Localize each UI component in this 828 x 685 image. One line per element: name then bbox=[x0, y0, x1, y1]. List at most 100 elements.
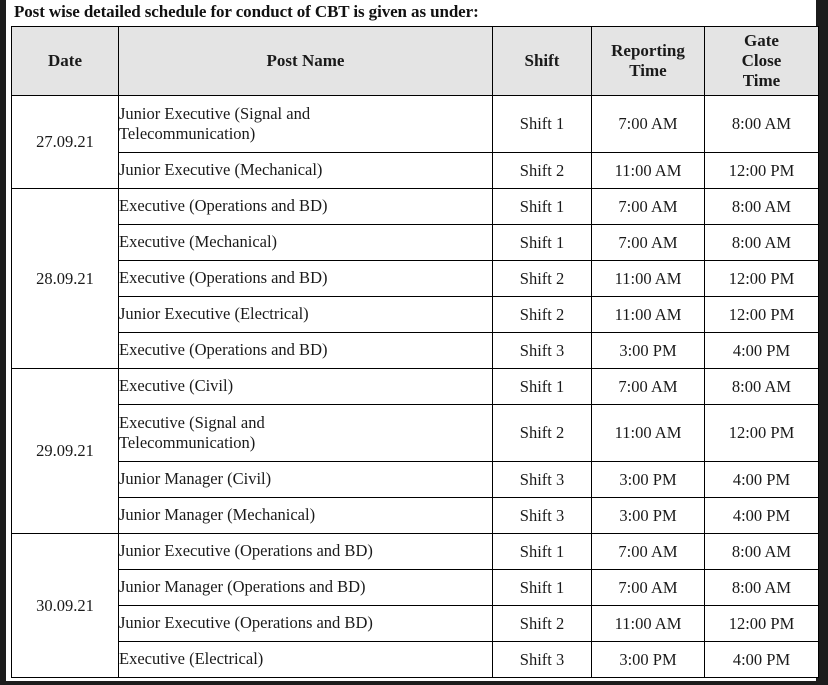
cell-post-name: Junior Executive (Operations and BD) bbox=[118, 605, 493, 642]
column-header-gate-close-line1: Gate bbox=[744, 30, 779, 50]
cell-gate-close-time: 8:00 AM bbox=[704, 224, 819, 261]
cell-post-name: Junior Executive (Operations and BD) bbox=[118, 533, 493, 570]
cell-reporting-time: 11:00 AM bbox=[591, 296, 705, 333]
cell-reporting-time: 7:00 AM bbox=[591, 569, 705, 606]
cell-reporting-time: 7:00 AM bbox=[591, 224, 705, 261]
cell-gate-close-time: 12:00 PM bbox=[704, 404, 819, 462]
cell-gate-close-time: 8:00 AM bbox=[704, 533, 819, 570]
column-header-gate-close-line2: Close bbox=[741, 50, 782, 70]
cell-gate-close-time: 12:00 PM bbox=[704, 152, 819, 189]
cell-shift: Shift 3 bbox=[492, 497, 592, 534]
cell-shift: Shift 1 bbox=[492, 533, 592, 570]
cell-post-name: Executive (Electrical) bbox=[118, 641, 493, 678]
cell-reporting-time: 3:00 PM bbox=[591, 641, 705, 678]
table-header-row: Date Post Name Shift Reporting Time Gate… bbox=[11, 26, 819, 96]
cell-date: 28.09.21 bbox=[11, 188, 119, 369]
cell-date: 27.09.21 bbox=[11, 95, 119, 189]
cell-reporting-time: 11:00 AM bbox=[591, 152, 705, 189]
cell-shift: Shift 2 bbox=[492, 605, 592, 642]
cell-shift: Shift 3 bbox=[492, 461, 592, 498]
table-row: Executive (Operations and BD) Shift 3 3:00… bbox=[12, 332, 819, 369]
cell-reporting-time: 3:00 PM bbox=[591, 497, 705, 534]
page-title: Post wise detailed schedule for conduct … bbox=[14, 2, 479, 21]
cell-shift: Shift 1 bbox=[492, 188, 592, 225]
cell-post-name-line2: Telecommunication) bbox=[119, 124, 256, 143]
cell-reporting-time: 3:00 PM bbox=[591, 461, 705, 498]
cell-post-name: Executive (Operations and BD) bbox=[118, 260, 493, 297]
table-row: Executive (Signal and Telecommunication) S… bbox=[12, 404, 819, 462]
cell-reporting-time: 7:00 AM bbox=[591, 95, 705, 153]
cell-gate-close-time: 4:00 PM bbox=[704, 497, 819, 534]
cell-shift: Shift 1 bbox=[492, 95, 592, 153]
table-row: Junior Executive (Electrical) Shift 2 11:0… bbox=[12, 296, 819, 333]
column-header-shift: Shift bbox=[492, 26, 592, 96]
table-row: Executive (Electrical) Shift 3 3:00 PM 4:00… bbox=[12, 641, 819, 678]
cell-post-name: Junior Executive (Electrical) bbox=[118, 296, 493, 333]
column-header-reporting-time: Reporting Time bbox=[591, 26, 705, 96]
table-row: Executive (Mechanical) Shift 1 7:00 AM 8:00… bbox=[12, 224, 819, 261]
cell-date: 30.09.21 bbox=[11, 533, 119, 678]
cell-gate-close-time: 4:00 PM bbox=[704, 332, 819, 369]
document-page-background: Post wise detailed schedule for conduct … bbox=[0, 0, 828, 685]
cell-reporting-time: 7:00 AM bbox=[591, 533, 705, 570]
cell-gate-close-time: 4:00 PM bbox=[704, 461, 819, 498]
column-header-reporting-time-line1: Reporting bbox=[611, 40, 685, 60]
column-header-gate-close-time: Gate Close Time bbox=[704, 26, 819, 96]
table-row: Junior Executive (Operations and BD) Shif… bbox=[12, 605, 819, 642]
cell-shift: Shift 1 bbox=[492, 569, 592, 606]
cell-shift: Shift 1 bbox=[492, 368, 592, 405]
cell-post-name: Junior Executive (Mechanical) bbox=[118, 152, 493, 189]
table-body: 27.09.21 Junior Executive (Signal and Tele… bbox=[11, 95, 819, 678]
column-header-reporting-time-line2: Time bbox=[629, 61, 667, 80]
cell-gate-close-time: 8:00 AM bbox=[704, 95, 819, 153]
cell-post-name: Executive (Operations and BD) bbox=[118, 188, 493, 225]
table-header: Date Post Name Shift Reporting Time Gate… bbox=[11, 26, 819, 96]
cell-shift: Shift 3 bbox=[492, 332, 592, 369]
cbt-schedule-table: Date Post Name Shift Reporting Time Gate… bbox=[11, 26, 819, 678]
table-row: 30.09.21 Junior Executive (Operations and… bbox=[11, 533, 819, 678]
column-header-post-name: Post Name bbox=[118, 26, 493, 96]
cell-gate-close-time: 8:00 AM bbox=[704, 188, 819, 225]
table-row: Executive (Operations and BD) Shift 2 11:0… bbox=[12, 260, 819, 297]
cell-gate-close-time: 8:00 AM bbox=[704, 368, 819, 405]
cell-post-name: Junior Manager (Civil) bbox=[118, 461, 493, 498]
cell-post-name-line2: Telecommunication) bbox=[119, 433, 256, 452]
column-header-gate-close-line3: Time bbox=[742, 71, 781, 91]
table-row: Junior Manager (Civil) Shift 3 3:00 PM 4:00… bbox=[12, 461, 819, 498]
cell-date: 29.09.21 bbox=[11, 368, 119, 534]
cell-post-name: Executive (Civil) bbox=[118, 368, 493, 405]
table-row: Junior Manager (Operations and BD) Shift … bbox=[12, 569, 819, 606]
cell-gate-close-time: 8:00 AM bbox=[704, 569, 819, 606]
cell-gate-close-time: 12:00 PM bbox=[704, 260, 819, 297]
cell-reporting-time: 11:00 AM bbox=[591, 404, 705, 462]
schedule-table-container: Date Post Name Shift Reporting Time Gate… bbox=[11, 26, 819, 678]
cell-reporting-time: 11:00 AM bbox=[591, 260, 705, 297]
cell-shift: Shift 3 bbox=[492, 641, 592, 678]
cell-reporting-time: 7:00 AM bbox=[591, 368, 705, 405]
cell-gate-close-time: 12:00 PM bbox=[704, 296, 819, 333]
cell-post-name: Executive (Operations and BD) bbox=[118, 332, 493, 369]
cell-shift: Shift 2 bbox=[492, 260, 592, 297]
cell-shift: Shift 2 bbox=[492, 404, 592, 462]
cell-reporting-time: 7:00 AM bbox=[591, 188, 705, 225]
cell-shift: Shift 1 bbox=[492, 224, 592, 261]
cell-gate-close-time: 4:00 PM bbox=[704, 641, 819, 678]
cell-shift: Shift 2 bbox=[492, 296, 592, 333]
document-sheet: Post wise detailed schedule for conduct … bbox=[6, 0, 819, 681]
table-row: 28.09.21 Executive (Operations and BD) Shi… bbox=[11, 188, 819, 369]
cell-shift: Shift 2 bbox=[492, 152, 592, 189]
table-row: Junior Manager (Mechanical) Shift 3 3:00 P… bbox=[12, 497, 819, 534]
cell-reporting-time: 11:00 AM bbox=[591, 605, 705, 642]
table-row: 27.09.21 Junior Executive (Signal and Tele… bbox=[11, 95, 819, 189]
cell-post-name-line1: Junior Executive (Signal and bbox=[119, 103, 311, 123]
cell-reporting-time: 3:00 PM bbox=[591, 332, 705, 369]
cell-post-name: Junior Executive (Signal and Telecommunic… bbox=[118, 95, 493, 153]
cell-post-name: Executive (Signal and Telecommunication) bbox=[118, 404, 493, 462]
cell-post-name: Junior Manager (Mechanical) bbox=[118, 497, 493, 534]
table-row: Junior Executive (Mechanical) Shift 2 11:0… bbox=[12, 152, 819, 189]
cell-post-name: Junior Manager (Operations and BD) bbox=[118, 569, 493, 606]
column-header-date: Date bbox=[11, 26, 119, 96]
table-row: 29.09.21 Executive (Civil) Shift 1 7:00 AM 8… bbox=[11, 368, 819, 534]
cell-post-name-line1: Executive (Signal and bbox=[119, 412, 265, 432]
cell-post-name: Executive (Mechanical) bbox=[118, 224, 493, 261]
